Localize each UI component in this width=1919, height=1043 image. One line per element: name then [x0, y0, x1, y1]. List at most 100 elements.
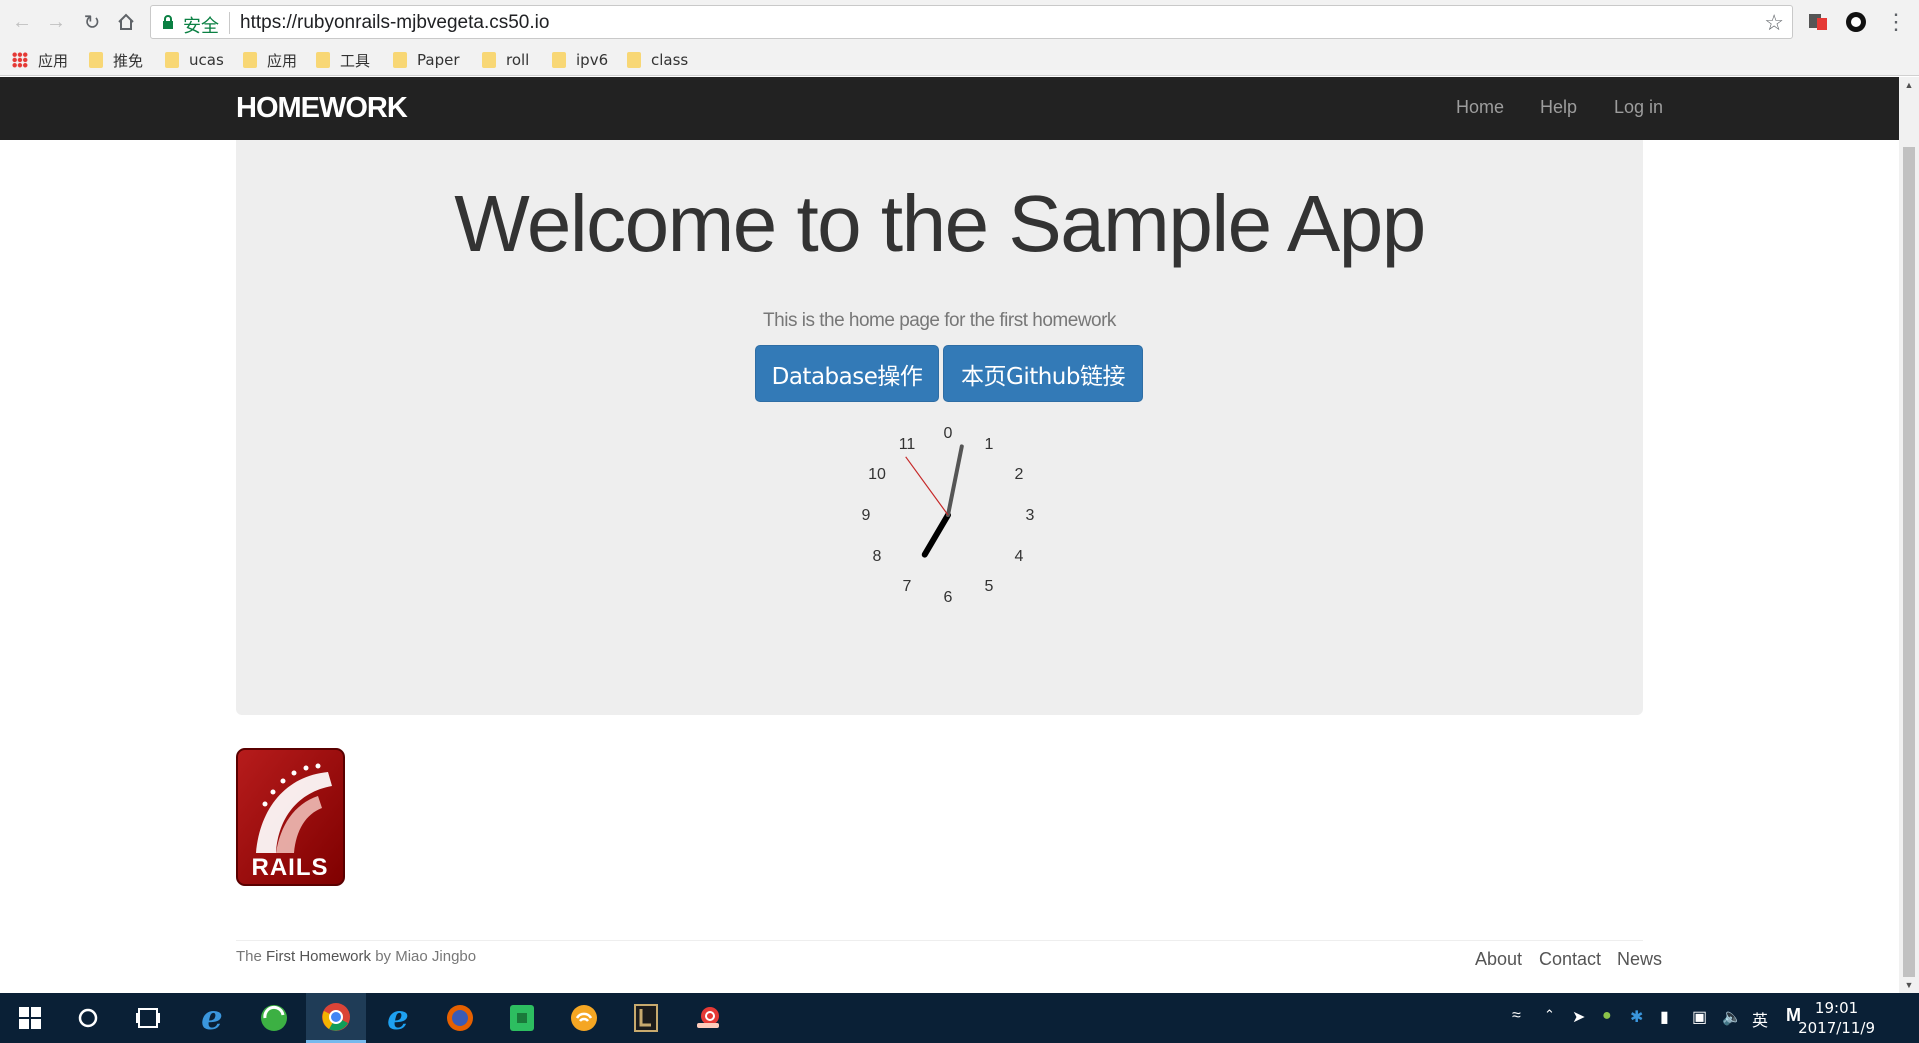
volume-icon[interactable]: 🔈 — [1722, 1007, 1742, 1027]
bookmark-label: 应用 — [38, 51, 69, 70]
clock-number: 3 — [1026, 507, 1035, 524]
windows-taskbar: e e ≈ ⌃ ➤ ● ✱ ▮ ▣ 🔈 英 M 19:01 2017/11/9 — [0, 993, 1919, 1043]
folder-icon — [316, 52, 330, 68]
folder-icon — [165, 52, 179, 68]
footer-about-link[interactable]: About — [1475, 949, 1522, 970]
bookmark-label: roll — [506, 51, 530, 69]
back-arrow-icon[interactable]: ← — [8, 8, 36, 36]
profile-circle-icon[interactable] — [1844, 10, 1868, 34]
forward-arrow-icon[interactable]: → — [42, 8, 70, 36]
database-button[interactable]: Database操作 — [755, 345, 939, 402]
apps-grid-icon — [12, 52, 28, 68]
clock-number: 0 — [944, 425, 953, 442]
folder-icon — [393, 52, 407, 68]
bookmark-folder[interactable]: class — [627, 48, 688, 72]
chrome-icon[interactable] — [306, 993, 366, 1043]
site-navbar: HOMEWORK Home Help Log in — [0, 77, 1899, 140]
clock-number: 8 — [873, 548, 882, 565]
url-text[interactable]: https://rubyonrails-mjbvegeta.cs50.io — [240, 12, 549, 34]
reload-icon[interactable]: ↻ — [78, 8, 106, 36]
bookmark-folder[interactable]: ipv6 — [552, 48, 608, 72]
menu-dots-icon[interactable]: ⋮ — [1882, 8, 1910, 36]
clock-number: 6 — [944, 589, 953, 606]
clock-number: 2 — [1015, 466, 1024, 483]
clock-hour-hand — [921, 512, 951, 558]
folder-icon — [482, 52, 496, 68]
page-subtitle: This is the home page for the first home… — [763, 310, 1116, 331]
bookmark-label: Paper — [417, 51, 460, 69]
bookmark-folder[interactable]: 应用 — [243, 48, 297, 72]
footer-credit: The First Homework by Miao Jingbo — [236, 948, 476, 965]
footer-credit-title: First Homework — [266, 948, 372, 965]
chevron-up-icon[interactable]: ⌃ — [1544, 1007, 1555, 1023]
battery-icon[interactable]: ▮ — [1660, 1007, 1669, 1027]
folder-icon — [243, 52, 257, 68]
folder-icon — [89, 52, 103, 68]
rails-logo: RAILS — [236, 748, 345, 886]
send-arrow-icon[interactable]: ➤ — [1572, 1007, 1585, 1027]
bookmark-folder[interactable]: roll — [482, 48, 529, 72]
site-logo-link[interactable]: HOMEWORK — [236, 92, 408, 125]
secure-label: 安全 — [183, 16, 219, 37]
bookmarks-bar: 应用 推免 ucas 应用 工具 Paper roll ipv6 class — [0, 44, 1919, 76]
home-icon[interactable] — [112, 8, 140, 36]
taskbar-date: 2017/11/9 — [1798, 1019, 1875, 1037]
bookmark-folder[interactable]: Paper — [393, 48, 459, 72]
evernote-icon[interactable] — [492, 993, 552, 1043]
tray-app-icon[interactable]: ● — [1602, 1007, 1612, 1025]
bookmark-folder[interactable]: ucas — [165, 48, 224, 72]
wifi-icon[interactable]: ≈ — [1512, 1007, 1521, 1025]
bookmark-folder[interactable]: 工具 — [316, 48, 370, 72]
folder-icon — [552, 52, 566, 68]
address-bar[interactable]: 安全 https://rubyonrails-mjbvegeta.cs50.io… — [150, 5, 1793, 39]
edge-browser-icon[interactable]: e — [182, 993, 242, 1043]
footer-contact-link[interactable]: Contact — [1539, 949, 1601, 970]
scroll-thumb[interactable] — [1903, 147, 1915, 977]
clock-second-hand — [905, 456, 949, 516]
folder-icon — [627, 52, 641, 68]
league-of-legends-icon[interactable] — [616, 993, 676, 1043]
bookmark-label: 工具 — [340, 51, 371, 70]
windows-start-icon[interactable] — [0, 993, 60, 1043]
ime-language-indicator[interactable]: 英 — [1752, 1007, 1768, 1031]
360-browser-icon[interactable] — [244, 993, 304, 1043]
internet-explorer-icon[interactable]: e — [368, 993, 428, 1043]
analog-clock: 0 1 2 3 4 5 6 7 8 9 10 11 — [862, 425, 1035, 606]
clock-number: 5 — [985, 578, 994, 595]
bookmark-label: ucas — [189, 51, 224, 69]
clock-number: 4 — [1015, 548, 1024, 565]
bookmark-star-icon[interactable]: ☆ — [1764, 10, 1784, 36]
footer-news-link[interactable]: News — [1617, 949, 1662, 970]
nav-login-link[interactable]: Log in — [1614, 97, 1663, 118]
taskbar-clock[interactable]: 19:01 2017/11/9 — [1798, 998, 1875, 1038]
bookmark-label: class — [651, 51, 689, 69]
clock-minute-hand — [946, 444, 964, 517]
vertical-scrollbar[interactable]: ▲ ▼ — [1899, 77, 1919, 993]
extension-icon[interactable] — [1806, 10, 1830, 34]
scroll-up-arrow-icon[interactable]: ▲ — [1899, 77, 1919, 93]
page-viewport: HOMEWORK Home Help Log in Welcome to the… — [0, 77, 1899, 993]
network-monitor-icon[interactable]: ▣ — [1692, 1007, 1707, 1027]
firefox-icon[interactable] — [430, 993, 490, 1043]
snail-app-icon[interactable] — [678, 993, 738, 1043]
scroll-down-arrow-icon[interactable]: ▼ — [1899, 977, 1919, 993]
bookmark-folder[interactable]: 推免 — [89, 48, 143, 72]
jumbotron: Welcome to the Sample App This is the ho… — [236, 140, 1643, 715]
lock-icon — [163, 15, 173, 29]
cortana-search-icon[interactable] — [58, 993, 118, 1043]
bookmark-apps[interactable]: 应用 — [12, 48, 68, 72]
address-separator — [229, 12, 230, 34]
nav-home-link[interactable]: Home — [1456, 97, 1504, 118]
clock-number: 11 — [899, 436, 916, 453]
browser-toolbar: ← → ↻ 安全 https://rubyonrails-mjbvegeta.c… — [0, 0, 1919, 44]
wifi-hotspot-app-icon[interactable] — [554, 993, 614, 1043]
bluetooth-icon[interactable]: ✱ — [1630, 1007, 1643, 1027]
page-title: Welcome to the Sample App — [454, 179, 1426, 268]
taskbar-time: 19:01 — [1814, 999, 1859, 1017]
bookmark-label: ipv6 — [576, 51, 609, 69]
clock-number: 9 — [862, 507, 871, 524]
nav-help-link[interactable]: Help — [1540, 97, 1577, 118]
task-view-icon[interactable] — [118, 993, 178, 1043]
github-link-button[interactable]: 本页Github链接 — [943, 345, 1143, 402]
bookmark-label: 应用 — [267, 51, 298, 70]
